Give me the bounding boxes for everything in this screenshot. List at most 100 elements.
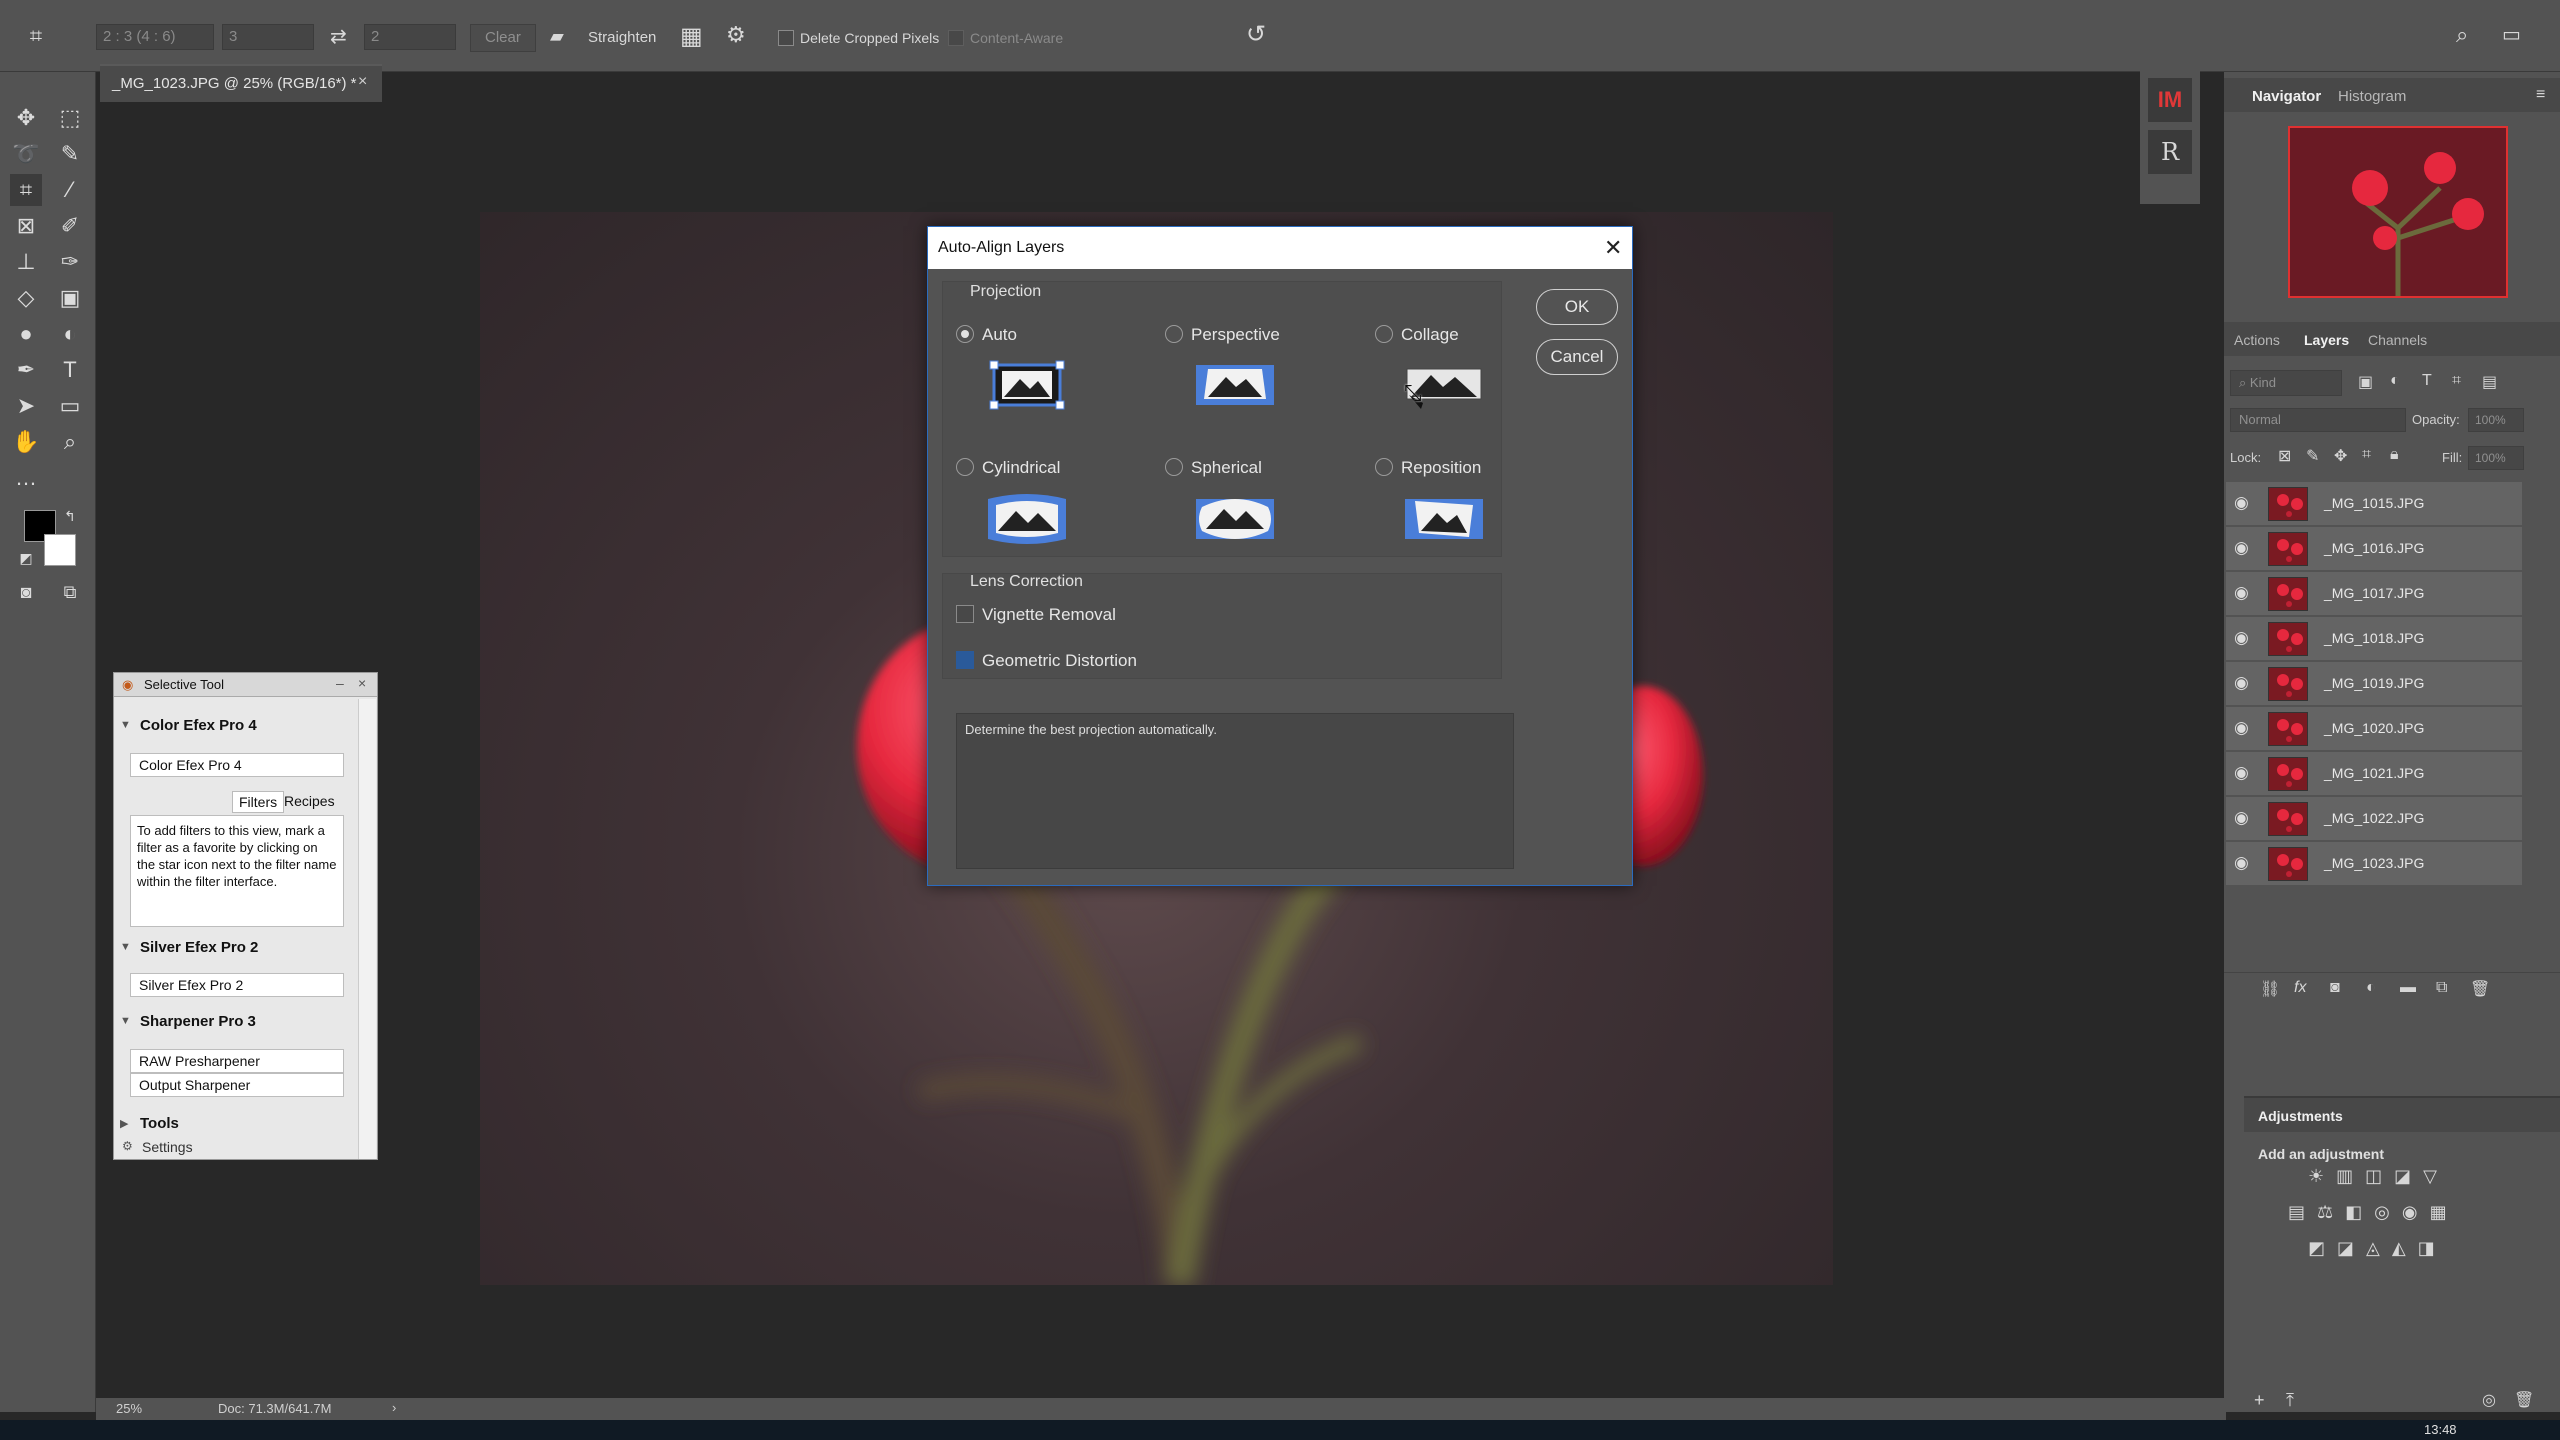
radio-collage[interactable] [1375,325,1393,343]
marquee-icon[interactable]: ⬚ [54,102,86,134]
lock-paint-icon[interactable]: ✎ [2306,446,2319,466]
workspace-icon[interactable]: ▭ [2502,22,2521,47]
tab-recipes[interactable]: Recipes [284,793,335,809]
chevron-right-icon[interactable]: › [392,1400,396,1415]
layer-row[interactable]: ◉ _MG_1019.JPG [2226,662,2522,706]
perspective-projection-icon[interactable] [1194,359,1276,411]
quick-mask-icon[interactable]: ◙ [10,576,42,608]
geometric-label[interactable]: Geometric Distortion [982,651,1137,671]
screen-mode-icon[interactable]: ⧉ [54,576,86,608]
opacity-input[interactable]: 100% [2468,408,2524,432]
lasso-icon[interactable]: ➰ [10,138,42,170]
eye-icon[interactable]: ◉ [2234,583,2249,603]
sharpener-header[interactable]: Sharpener Pro 3 [140,1013,256,1030]
label-spherical[interactable]: Spherical [1191,458,1262,478]
gear-icon[interactable]: ⚙ [726,22,746,48]
fill-input[interactable]: 100% [2468,446,2524,470]
adjustment-icons-row1[interactable]: ☀▥◫◪▽ [2308,1166,2449,1187]
filter-shape-icon[interactable]: ⌗ [2452,372,2461,390]
vignette-label[interactable]: Vignette Removal [982,605,1116,625]
label-cylindrical[interactable]: Cylindrical [982,458,1060,478]
swap-colors-icon[interactable]: ↰ [54,500,86,532]
ok-button[interactable]: OK [1536,289,1618,325]
zoom-icon[interactable]: ⌕ [54,426,86,458]
geometric-checkbox[interactable] [956,651,974,669]
lock-all-icon[interactable]: 🔒︎ [2390,446,2399,464]
default-colors-icon[interactable]: ◩ [10,542,42,574]
im-plugin-icon[interactable]: IM [2148,78,2192,122]
delete-cropped-checkbox[interactable] [778,30,794,46]
eye-icon[interactable]: ◉ [2234,493,2249,513]
add-icon[interactable]: + [2254,1390,2265,1411]
history-brush-icon[interactable]: ✑ [54,246,86,278]
cancel-button[interactable]: Cancel [1536,339,1618,375]
tools-header[interactable]: Tools [140,1115,179,1132]
delete-icon[interactable]: 🗑︎ [2514,1390,2534,1410]
layer-row[interactable]: ◉ _MG_1015.JPG [2226,482,2522,526]
color-efex-header[interactable]: Color Efex Pro 4 [140,717,257,734]
grid-overlay-icon[interactable]: ▦ [680,22,703,51]
filter-smart-icon[interactable]: ▤ [2482,372,2497,392]
reset-icon[interactable]: ↺ [1246,20,1266,49]
label-collage[interactable]: Collage [1401,325,1459,345]
filter-type-icon[interactable]: T [2422,372,2432,390]
new-group-icon[interactable]: ▬ [2400,979,2416,997]
cylindrical-projection-icon[interactable] [986,493,1068,545]
layer-row[interactable]: ◉ _MG_1020.JPG [2226,707,2522,751]
close-icon[interactable]: × [358,675,366,691]
eye-icon[interactable]: ◉ [2234,853,2249,873]
eyedropper-icon[interactable]: ⁄ [54,174,86,206]
settings-label[interactable]: Settings [142,1139,193,1155]
adjustment-icons-row3[interactable]: ◩◪◬◭◨ [2308,1238,2447,1259]
ratio-select[interactable]: 2 : 3 (4 : 6) [96,24,214,50]
document-tab[interactable]: _MG_1023.JPG @ 25% (RGB/16*) * × [100,64,382,102]
output-sharpener-field[interactable]: Output Sharpener [130,1073,344,1097]
close-icon[interactable]: ✕ [1604,235,1622,261]
radio-perspective[interactable] [1165,325,1183,343]
panel-menu-icon[interactable]: ≡ [2536,86,2545,104]
eye-icon[interactable]: ◉ [2234,673,2249,693]
navigator-preview[interactable] [2288,126,2508,298]
link-layers-icon[interactable]: ⛓ [2260,979,2280,999]
filter-image-icon[interactable]: ▣ [2358,372,2373,392]
radio-cylindrical[interactable] [956,458,974,476]
blur-icon[interactable]: ● [10,318,42,350]
trash-icon[interactable]: 🗑︎ [2470,979,2490,999]
layer-row[interactable]: ◉ _MG_1016.JPG [2226,527,2522,571]
path-select-icon[interactable]: ➤ [10,390,42,422]
spherical-projection-icon[interactable] [1194,493,1276,545]
dialog-titlebar[interactable]: Auto-Align Layers ✕ [928,227,1632,269]
layer-row[interactable]: ◉ _MG_1017.JPG [2226,572,2522,616]
new-layer-icon[interactable]: ⧉ [2436,979,2447,997]
visibility-icon[interactable]: ◎ [2482,1390,2496,1410]
move-icon[interactable]: ✥ [10,102,42,134]
crop-icon[interactable]: ⌗ [20,20,52,52]
collapse-arrow-icon[interactable]: ▼ [120,941,131,953]
dodge-icon[interactable]: ◐ [54,318,86,350]
collapse-arrow-icon[interactable]: ▼ [120,719,131,731]
new-adjustment-icon[interactable]: ◐ [2366,979,2376,997]
quick-select-icon[interactable]: ✎ [54,138,86,170]
lock-artboard-icon[interactable]: ⌗ [2362,446,2371,464]
filter-adjust-icon[interactable]: ◐ [2390,372,2400,390]
eraser-icon[interactable]: ◇ [10,282,42,314]
reposition-projection-icon[interactable] [1403,493,1485,545]
tab-layers[interactable]: Layers [2304,332,2349,348]
collapse-arrow-icon[interactable]: ▼ [120,1015,131,1027]
more-tools-icon[interactable]: … [10,462,42,494]
search-icon[interactable]: ⌕ [2456,22,2468,48]
silver-efex-field[interactable]: Silver Efex Pro 2 [130,973,344,997]
layer-filter-kind[interactable]: ⌕ Kind [2230,370,2342,396]
blend-mode-select[interactable]: Normal [2230,408,2406,432]
r-plugin-icon[interactable]: R [2148,130,2192,174]
vignette-checkbox[interactable] [956,605,974,623]
content-aware-checkbox[interactable] [948,30,964,46]
brush-icon[interactable]: ✐ [54,210,86,242]
radio-auto[interactable] [956,325,974,343]
add-mask-icon[interactable]: ◙ [2330,979,2340,997]
lock-move-icon[interactable]: ✥ [2334,446,2347,466]
color-efex-field[interactable]: Color Efex Pro 4 [130,753,344,777]
tab-actions[interactable]: Actions [2234,332,2280,348]
adjustment-icons-row2[interactable]: ▤⚖◧◎◉▦ [2288,1202,2459,1223]
close-tab-icon[interactable]: × [358,73,367,91]
